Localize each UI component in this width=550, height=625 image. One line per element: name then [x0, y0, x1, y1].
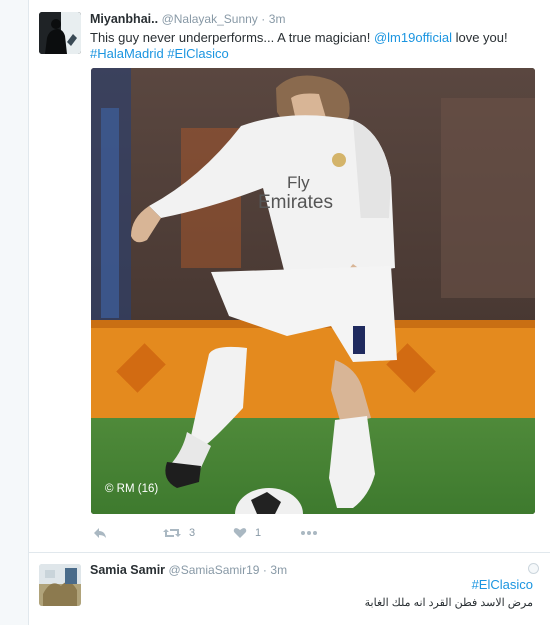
- more-icon: [301, 531, 317, 535]
- reply-icon: [94, 528, 106, 538]
- timeline-stream: Miyanbhai.. @Nalayak_Sunny · 3m This guy…: [28, 0, 550, 625]
- hashtag-link[interactable]: #HalaMadrid: [90, 46, 164, 61]
- shirt-sponsor-text: Emirates: [258, 192, 333, 213]
- like-count: 1: [255, 527, 262, 539]
- tweet-text: This guy never underperforms... A true m…: [90, 30, 540, 62]
- tweet-text-prefix: This guy never underperforms... A true m…: [90, 30, 374, 45]
- tweet[interactable]: Miyanbhai.. @Nalayak_Sunny · 3m This guy…: [29, 0, 550, 553]
- tweet-timestamp[interactable]: 3m: [269, 12, 286, 26]
- photo-credit: © RM (16): [105, 483, 158, 495]
- tweet-header: Miyanbhai.. @Nalayak_Sunny · 3m: [90, 12, 285, 26]
- user-handle[interactable]: @Nalayak_Sunny: [162, 12, 258, 26]
- separator-dot: ·: [262, 563, 267, 577]
- tweet-header: Samia Samir @SamiaSamir19 · 3m: [90, 563, 287, 577]
- tweet-timestamp[interactable]: 3m: [270, 563, 287, 577]
- like-button[interactable]: 1: [233, 524, 261, 542]
- heart-icon: [233, 528, 247, 538]
- tweet-text: مرض الاسد فطن القرد انه ملك الغابة: [364, 597, 533, 609]
- tweet-photo[interactable]: Fly Emirates © RM (16): [91, 68, 535, 514]
- shirt-sponsor-text: Fly: [287, 173, 310, 192]
- user-fullname[interactable]: Samia Samir: [90, 563, 165, 577]
- tweet-options-icon[interactable]: [528, 563, 539, 574]
- avatar[interactable]: [39, 564, 81, 606]
- tweet-actions: 3 1: [91, 524, 391, 542]
- tweet-text-suffix: love you!: [451, 30, 508, 45]
- user-fullname[interactable]: Miyanbhai..: [90, 12, 158, 26]
- retweet-button[interactable]: 3: [163, 524, 195, 542]
- user-handle[interactable]: @SamiaSamir19: [169, 563, 260, 577]
- retweet-count: 3: [189, 527, 196, 539]
- separator-dot: ·: [261, 12, 266, 26]
- hashtag-link[interactable]: #ElClasico: [472, 577, 533, 592]
- tweet[interactable]: Samia Samir @SamiaSamir19 · 3m #ElClasic…: [29, 553, 550, 625]
- avatar[interactable]: [39, 12, 81, 54]
- retweet-icon: [163, 529, 181, 537]
- player-photo-illustration: Fly Emirates © RM (16): [91, 68, 535, 514]
- more-button[interactable]: [301, 524, 317, 542]
- reply-button[interactable]: [93, 524, 107, 542]
- hashtag-link[interactable]: #ElClasico: [167, 46, 228, 61]
- mention-link[interactable]: @lm19official: [374, 30, 452, 45]
